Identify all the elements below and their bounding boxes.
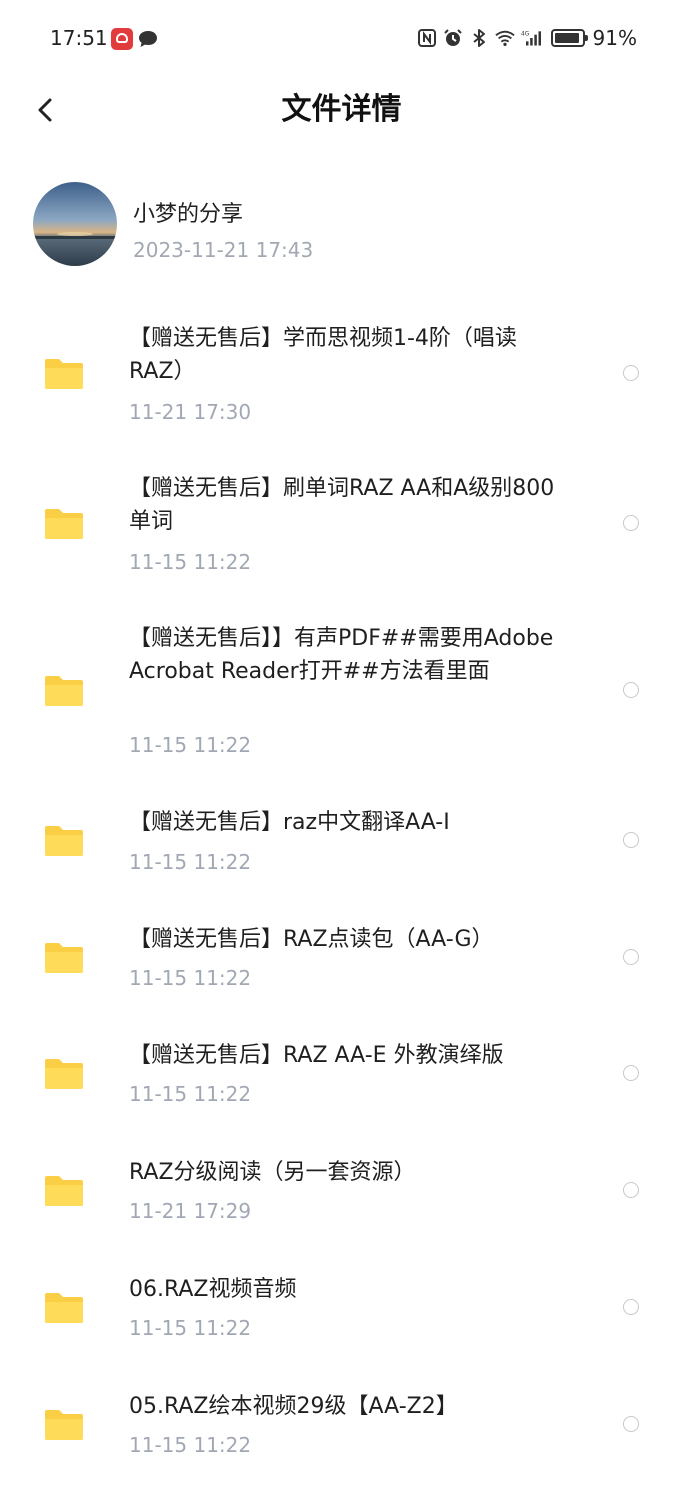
file-time: 11-15 11:22 <box>129 1433 252 1457</box>
file-item[interactable]: 【赠送无售后】raz中文翻译AA-I 11-15 11:22 <box>0 784 683 901</box>
select-radio[interactable] <box>623 515 639 531</box>
select-radio[interactable] <box>623 1065 639 1081</box>
folder-icon <box>45 1176 83 1206</box>
file-name: RAZ分级阅读（另一套资源） <box>129 1160 416 1185</box>
file-time: 11-15 11:22 <box>129 850 252 874</box>
file-item[interactable]: 【赠送无售后】RAZ AA-E 外教演绎版 11-15 11:22 <box>0 1018 683 1135</box>
file-time: 11-21 17:29 <box>129 1199 252 1223</box>
file-name: 【赠送无售后】】有声PDF##需要用Adobe Acrobat Reader打开… <box>129 626 554 684</box>
select-radio[interactable] <box>623 365 639 381</box>
file-name: 【赠送无售后】RAZ AA-E 外教演绎版 <box>129 1043 504 1068</box>
file-name: 【赠送无售后】raz中文翻译AA-I <box>129 810 450 835</box>
status-icons: 4G 91% <box>417 26 637 50</box>
file-time: 11-15 11:22 <box>129 1316 252 1340</box>
folder-icon <box>45 943 83 973</box>
status-time: 17:51 <box>50 26 108 50</box>
file-time: 11-15 11:22 <box>129 966 252 990</box>
file-time: 11-15 11:22 <box>129 1082 252 1106</box>
folder-icon <box>45 509 83 539</box>
file-name: 【赠送无售后】刷单词RAZ AA和A级别800单词 <box>129 476 555 534</box>
page-title: 文件详情 <box>281 92 402 127</box>
folder-icon <box>45 359 83 389</box>
file-item[interactable]: 【赠送无售后】刷单词RAZ AA和A级别800单词 11-15 11:22 <box>0 450 683 600</box>
file-time: 11-15 11:22 <box>129 550 252 574</box>
share-time: 2023-11-21 17:43 <box>133 238 314 262</box>
file-name: 【赠送无售后】RAZ点读包（AA-G） <box>129 927 494 952</box>
message-icon <box>139 31 157 47</box>
folder-icon <box>45 1293 83 1323</box>
bluetooth-icon <box>472 29 485 47</box>
signal-icon: 4G <box>521 31 541 46</box>
file-name: 05.RAZ绘本视频29级【AA-Z2】 <box>129 1394 458 1419</box>
sharer-name: 小梦的分享 <box>133 202 244 227</box>
back-icon[interactable] <box>26 88 70 132</box>
status-bar: 17:51 4G 91% <box>0 0 683 80</box>
file-item[interactable]: 06.RAZ视频音频 11-15 11:22 <box>0 1252 683 1369</box>
file-item[interactable]: RAZ分级阅读（另一套资源） 11-21 17:29 <box>0 1135 683 1252</box>
folder-icon <box>45 1059 83 1089</box>
select-radio[interactable] <box>623 1182 639 1198</box>
select-radio[interactable] <box>623 1416 639 1432</box>
nfc-icon <box>417 29 436 47</box>
folder-icon <box>45 826 83 856</box>
file-item[interactable]: 05.RAZ绘本视频29级【AA-Z2】 11-15 11:22 <box>0 1369 683 1486</box>
wifi-icon <box>494 30 515 46</box>
select-radio[interactable] <box>623 682 639 698</box>
app-notification-icon <box>111 28 133 50</box>
file-time: 11-21 17:30 <box>129 400 252 424</box>
battery-icon <box>550 29 588 47</box>
file-name: 06.RAZ视频音频 <box>129 1277 297 1302</box>
file-name: 【赠送无售后】学而思视频1-4阶（唱读RAZ） <box>129 326 517 384</box>
file-item[interactable]: 【赠送无售后】学而思视频1-4阶（唱读RAZ） 11-21 17:30 <box>0 300 683 450</box>
select-radio[interactable] <box>623 832 639 848</box>
battery-percent: 91% <box>592 26 637 50</box>
select-radio[interactable] <box>623 1299 639 1315</box>
svg-text:4G: 4G <box>521 32 530 38</box>
folder-icon <box>45 1410 83 1440</box>
avatar <box>33 182 117 266</box>
file-time: 11-15 11:22 <box>129 733 252 757</box>
file-item[interactable]: 【赠送无售后】RAZ点读包（AA-G） 11-15 11:22 <box>0 901 683 1018</box>
file-item[interactable]: 【赠送无售后】】有声PDF##需要用Adobe Acrobat Reader打开… <box>0 600 683 784</box>
select-radio[interactable] <box>623 949 639 965</box>
alarm-icon <box>443 29 462 46</box>
folder-icon <box>45 676 83 706</box>
